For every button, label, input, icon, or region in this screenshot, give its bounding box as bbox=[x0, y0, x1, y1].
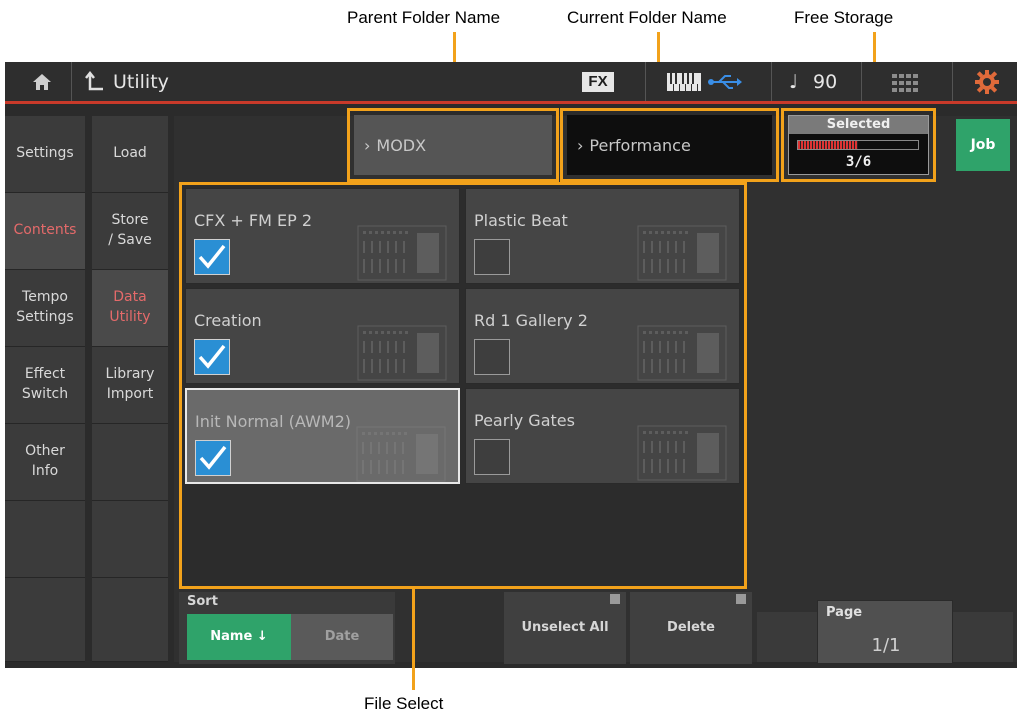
tab-settings-label: Settings bbox=[16, 145, 74, 162]
page-value: 1/1 bbox=[871, 635, 901, 656]
synth-screen: Utility FX ♩ 90 Settings Contents Tempo … bbox=[5, 62, 1017, 668]
subtab-store-save-label: Store / Save bbox=[108, 212, 152, 248]
subtab-library-import[interactable]: Library Import bbox=[92, 347, 168, 424]
delete-button[interactable]: Delete bbox=[630, 592, 752, 664]
file-item[interactable]: CFX + FM EP 2 bbox=[185, 188, 460, 284]
tab-other-info-label: Other Info bbox=[25, 443, 65, 479]
callout-current-folder-label: Current Folder Name bbox=[567, 8, 727, 27]
parent-folder-name: MODX bbox=[376, 135, 427, 155]
gear-icon[interactable] bbox=[975, 70, 999, 99]
chevron-right-icon: › bbox=[364, 135, 371, 155]
tab-empty-2 bbox=[5, 578, 85, 662]
file-item[interactable]: Pearly Gates bbox=[465, 388, 740, 484]
file-item[interactable]: Rd 1 Gallery 2 bbox=[465, 288, 740, 384]
checkbox-checked-icon[interactable] bbox=[194, 239, 230, 275]
sub-menu-indicator-icon bbox=[736, 594, 746, 604]
top-bar: Utility FX ♩ 90 bbox=[5, 62, 1017, 104]
subtab-empty-3 bbox=[92, 578, 168, 662]
callout-file-select-label: File Select bbox=[364, 694, 444, 713]
tab-tempo-settings-label: Tempo Settings bbox=[16, 289, 74, 325]
unselect-all-label: Unselect All bbox=[521, 620, 609, 635]
header-accent-line bbox=[5, 101, 1017, 104]
tab-other-info[interactable]: Other Info bbox=[5, 424, 85, 501]
callout-parent-folder-label: Parent Folder Name bbox=[347, 8, 501, 27]
storage-bar bbox=[797, 140, 919, 150]
delete-label: Delete bbox=[667, 620, 715, 635]
grid-icon[interactable] bbox=[892, 74, 918, 97]
checkbox-unchecked-icon[interactable] bbox=[474, 339, 510, 375]
page-label: Page bbox=[826, 605, 863, 620]
tempo-note-icon: ♩ bbox=[789, 71, 798, 93]
performance-thumbnail-icon bbox=[637, 425, 727, 481]
subtab-load[interactable]: Load bbox=[92, 116, 168, 193]
storage-value: 3/6 bbox=[845, 154, 872, 170]
checkbox-unchecked-icon[interactable] bbox=[474, 239, 510, 275]
tab-tempo-settings[interactable]: Tempo Settings bbox=[5, 270, 85, 347]
file-name: Pearly Gates bbox=[474, 411, 575, 430]
chevron-right-icon: › bbox=[577, 135, 584, 155]
file-item[interactable]: Creation bbox=[185, 288, 460, 384]
file-item[interactable]: Init Normal (AWM2) bbox=[185, 388, 460, 484]
file-item[interactable]: Plastic Beat bbox=[465, 188, 740, 284]
screen-title: Utility bbox=[113, 71, 169, 93]
tab-empty-1 bbox=[5, 501, 85, 578]
tab-effect-switch[interactable]: Effect Switch bbox=[5, 347, 85, 424]
back-arrow-icon[interactable] bbox=[85, 70, 105, 98]
tempo-value[interactable]: 90 bbox=[813, 71, 837, 93]
checkbox-unchecked-icon[interactable] bbox=[474, 439, 510, 475]
performance-thumbnail-icon bbox=[356, 426, 446, 482]
storage-meter: Selected 3/6 bbox=[788, 115, 929, 175]
tab-contents-label: Contents bbox=[13, 222, 77, 239]
checkbox-checked-icon[interactable] bbox=[194, 339, 230, 375]
storage-bar-fill bbox=[798, 141, 858, 149]
home-icon[interactable] bbox=[31, 71, 53, 98]
file-name: CFX + FM EP 2 bbox=[194, 211, 313, 230]
job-button[interactable]: Job bbox=[956, 119, 1010, 171]
subtab-data-utility[interactable]: Data Utility bbox=[92, 270, 168, 347]
sort-label: Sort bbox=[187, 594, 218, 609]
performance-thumbnail-icon bbox=[357, 225, 447, 281]
tab-contents[interactable]: Contents bbox=[5, 193, 85, 270]
subtab-store-save[interactable]: Store / Save bbox=[92, 193, 168, 270]
file-name: Creation bbox=[194, 311, 262, 330]
subtab-data-utility-label: Data Utility bbox=[109, 289, 151, 325]
callout-line-file-select bbox=[412, 586, 415, 690]
unselect-all-button[interactable]: Unselect All bbox=[504, 592, 626, 664]
checkbox-checked-icon[interactable] bbox=[195, 440, 231, 476]
current-folder-name: Performance bbox=[589, 135, 691, 155]
subtab-empty-1 bbox=[92, 424, 168, 501]
tab-settings[interactable]: Settings bbox=[5, 116, 85, 193]
subtab-library-import-label: Library Import bbox=[105, 366, 155, 402]
callout-free-storage-label: Free Storage bbox=[794, 8, 894, 27]
sort-panel: Sort Name ↓ Date bbox=[179, 592, 395, 664]
keyboard-icon bbox=[667, 73, 701, 96]
current-folder-display: › Performance bbox=[567, 115, 772, 175]
file-name: Plastic Beat bbox=[474, 211, 568, 230]
subtab-empty-2 bbox=[92, 501, 168, 578]
parent-folder-button[interactable]: › MODX bbox=[354, 115, 552, 175]
sub-menu-indicator-icon bbox=[610, 594, 620, 604]
performance-thumbnail-icon bbox=[357, 325, 447, 381]
file-name: Rd 1 Gallery 2 bbox=[474, 311, 588, 330]
fx-indicator[interactable]: FX bbox=[582, 72, 614, 92]
subtab-load-label: Load bbox=[113, 145, 147, 162]
storage-label: Selected bbox=[789, 116, 928, 134]
sort-name-button[interactable]: Name ↓ bbox=[187, 614, 291, 660]
sort-date-button[interactable]: Date bbox=[291, 614, 393, 660]
usb-icon bbox=[707, 73, 743, 96]
tab-effect-switch-label: Effect Switch bbox=[21, 366, 69, 402]
performance-thumbnail-icon bbox=[637, 225, 727, 281]
performance-thumbnail-icon bbox=[637, 325, 727, 381]
file-name: Init Normal (AWM2) bbox=[195, 412, 351, 431]
page-box: Page 1/1 bbox=[817, 600, 953, 664]
